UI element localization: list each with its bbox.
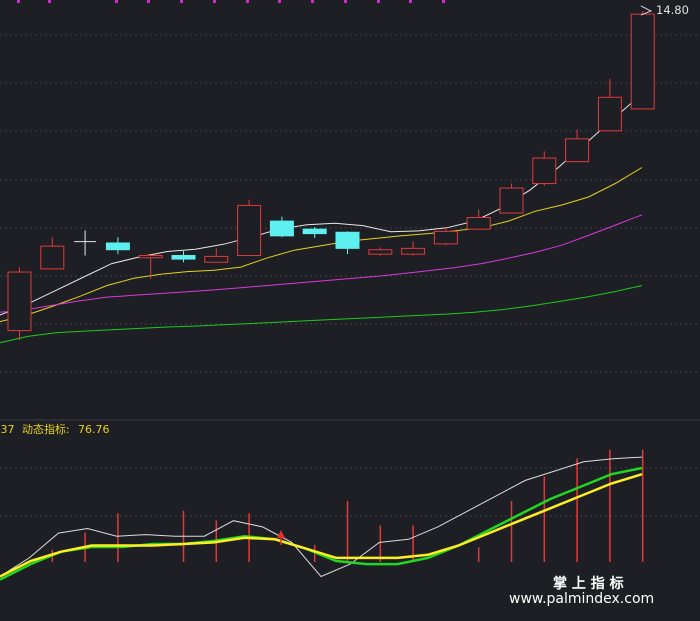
- clipped-value: .37: [0, 423, 15, 436]
- candle: [466, 209, 491, 230]
- top-mark: [344, 0, 347, 3]
- candle: [630, 11, 655, 110]
- top-mark: [278, 0, 281, 3]
- watermark: 掌 上 指 标 www.palmindex.com: [509, 575, 654, 607]
- candle: [335, 231, 360, 255]
- candle-body: [401, 247, 426, 255]
- candle: [401, 241, 426, 256]
- top-mark: [48, 0, 51, 3]
- candle-body: [335, 231, 360, 249]
- candle: [269, 216, 294, 238]
- candle: [302, 226, 327, 239]
- stock-chart: 14.80 .37 动态指标: 76.76 掌 上 指 标 www.palmin…: [0, 0, 700, 607]
- indicator-header: .37 动态指标: 76.76: [0, 422, 110, 436]
- indicator-lines: [0, 456, 643, 581]
- price-high-label: 14.80: [656, 3, 689, 17]
- candle: [74, 230, 97, 256]
- indicator-line-yellow: [0, 473, 643, 578]
- indicator-line-green: [0, 466, 643, 581]
- candle-body: [138, 255, 163, 259]
- candle-body: [368, 249, 393, 255]
- indicator-line-white: [0, 456, 643, 578]
- ma-line-green: [0, 285, 643, 344]
- top-mark: [17, 0, 20, 3]
- candle: [499, 183, 524, 214]
- watermark-title: 掌 上 指 标: [553, 575, 624, 592]
- top-mark: [377, 0, 380, 3]
- up-arrow-icon: [277, 530, 285, 538]
- candle-body: [433, 230, 458, 245]
- candle: [368, 247, 393, 256]
- candlesticks: [7, 11, 655, 340]
- top-partial-marks: [17, 0, 445, 3]
- candle-body: [499, 187, 524, 214]
- candle-body: [597, 96, 622, 132]
- candle: [433, 226, 458, 246]
- top-mark: [409, 0, 412, 3]
- candle-body: [171, 255, 196, 260]
- top-mark: [213, 0, 216, 3]
- candle-body: [466, 217, 491, 230]
- candle-body: [7, 271, 32, 332]
- candle-body: [40, 245, 65, 270]
- candle: [204, 248, 229, 263]
- indicator-label: 动态指标:: [22, 422, 70, 436]
- candle: [7, 267, 32, 340]
- candle: [171, 251, 196, 263]
- watermark-url: www.palmindex.com: [509, 591, 654, 607]
- candle: [532, 151, 557, 186]
- candle: [138, 255, 163, 279]
- candle: [597, 78, 622, 132]
- candle: [105, 237, 130, 255]
- candle-body: [532, 157, 557, 185]
- grid-lines: [0, 34, 700, 517]
- top-mark: [115, 0, 118, 3]
- top-mark: [147, 0, 150, 3]
- candle-body: [105, 242, 130, 251]
- candle-body: [237, 204, 262, 257]
- candle-body: [565, 138, 590, 163]
- ma-line-white: [0, 93, 643, 316]
- candle: [565, 129, 590, 163]
- top-mark: [311, 0, 314, 3]
- top-mark: [246, 0, 249, 3]
- candle-body: [204, 255, 229, 263]
- indicator-value: 76.76: [78, 423, 110, 436]
- candle: [237, 199, 262, 257]
- top-mark: [180, 0, 183, 3]
- candle-body: [269, 220, 294, 237]
- candle-body: [302, 228, 327, 235]
- candle-body: [630, 13, 655, 110]
- top-mark: [442, 0, 445, 3]
- candle: [40, 237, 65, 270]
